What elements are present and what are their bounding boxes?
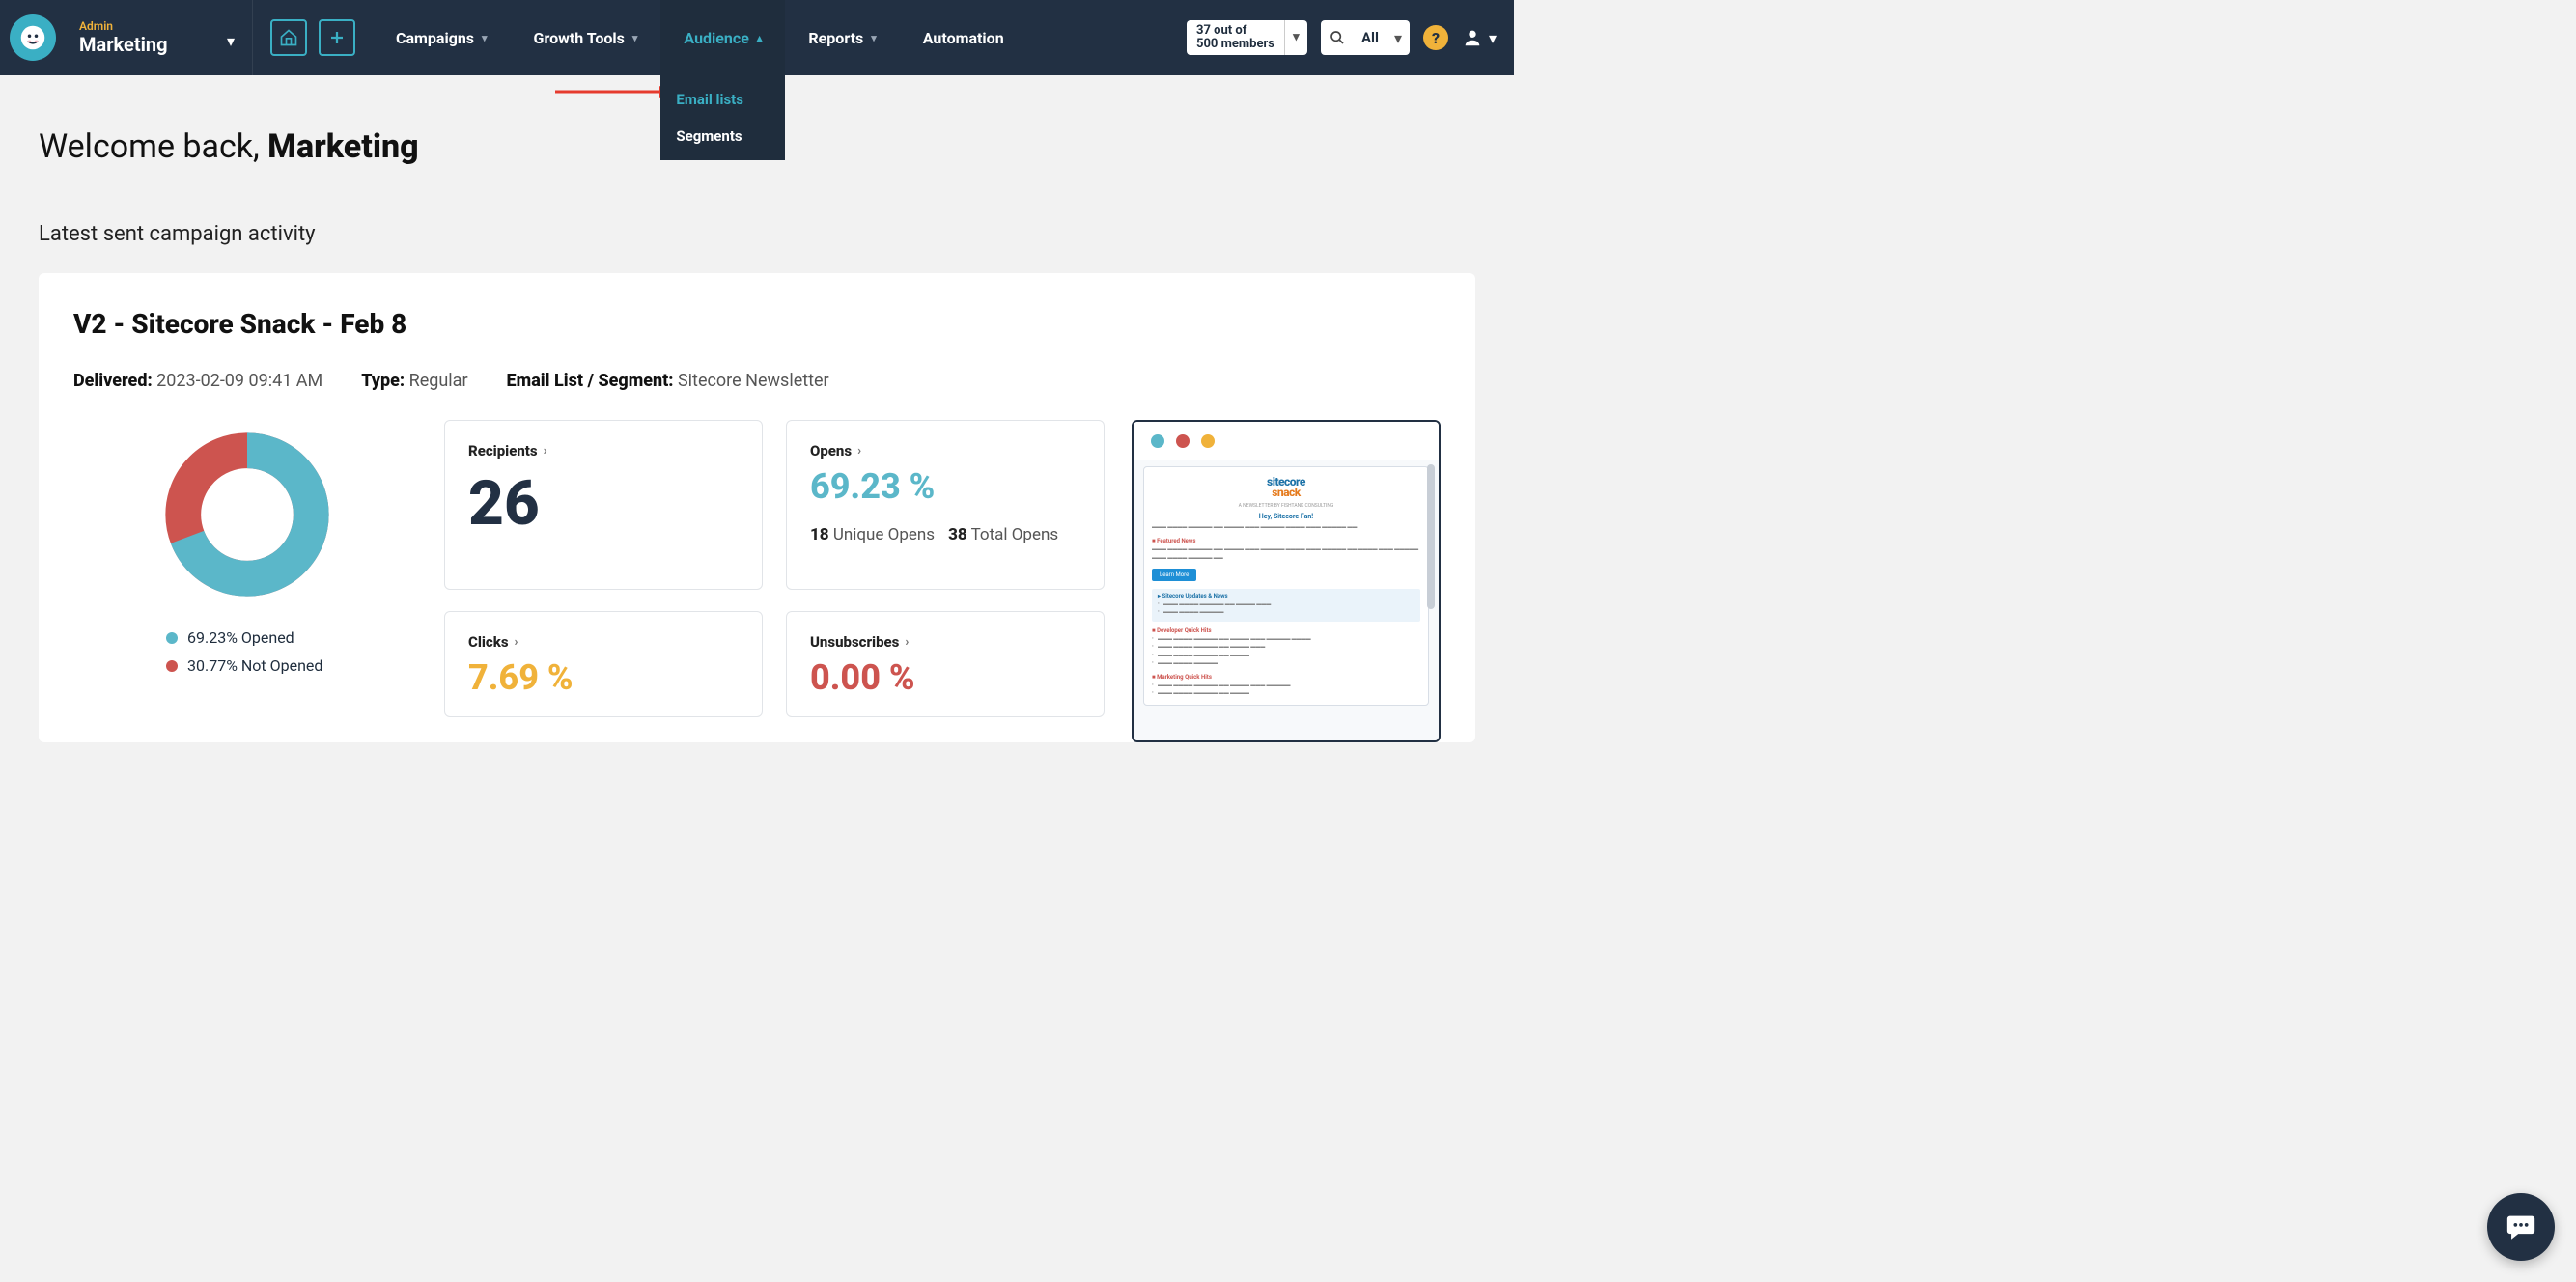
search-icon[interactable]	[1321, 30, 1354, 45]
audience-dropdown: Email lists Segments	[660, 75, 785, 160]
chat-button[interactable]	[2487, 1193, 2555, 1261]
stat-opens[interactable]: Opens 69.23 % 18 Unique Opens 38 Total O…	[786, 420, 1105, 590]
campaign-title: V2 - Sitecore Snack - Feb 8	[73, 308, 1441, 340]
nav-campaigns[interactable]: Campaigns	[373, 0, 511, 75]
chevron-up-icon	[757, 32, 763, 44]
stats-grid: 69.23% Opened 30.77% Not Opened Recipien…	[73, 420, 1441, 742]
email-preview[interactable]: sitecore snack A NEWSLETTER BY FISHTANK …	[1132, 420, 1441, 742]
preview-body: sitecore snack A NEWSLETTER BY FISHTANK …	[1134, 460, 1439, 740]
nav-audience[interactable]: Audience Email lists Segments	[660, 0, 785, 75]
stat-label: Recipients	[468, 442, 538, 460]
member-count[interactable]: 37 out of 500 members	[1187, 20, 1307, 55]
user-icon	[1462, 27, 1483, 48]
member-line1: 37 out of	[1196, 24, 1274, 38]
meta-delivered: Delivered: 2023-02-09 09:41 AM	[73, 371, 322, 391]
top-bar: Admin Marketing Campaigns Growth Tools A…	[0, 0, 1514, 75]
chevron-down-icon	[632, 32, 638, 44]
stat-label: Opens	[810, 442, 852, 460]
window-dot-icon	[1201, 434, 1215, 448]
latest-activity-label: Latest sent campaign activity	[39, 222, 1475, 246]
right-controls: 37 out of 500 members All ?	[1187, 20, 1514, 55]
chevron-right-icon	[515, 635, 518, 650]
window-dot-icon	[1151, 434, 1164, 448]
member-count-text: 37 out of 500 members	[1187, 24, 1284, 52]
preview-scrollbar[interactable]	[1427, 464, 1435, 609]
donut-chart	[158, 426, 336, 603]
email-mock: sitecore snack A NEWSLETTER BY FISHTANK …	[1143, 466, 1429, 706]
account-role: Admin	[79, 19, 231, 33]
stat-value: 26	[468, 473, 739, 535]
main-nav: Campaigns Growth Tools Audience Email li…	[373, 0, 1027, 75]
stat-clicks[interactable]: Clicks 7.69 %	[444, 611, 763, 717]
welcome-name: Marketing	[267, 127, 418, 166]
stat-value: 7.69 %	[468, 660, 739, 695]
campaign-meta: Delivered: 2023-02-09 09:41 AM Type: Reg…	[73, 371, 1441, 391]
chevron-right-icon	[905, 635, 909, 650]
stats-col-a: Recipients 26 Clicks 7.69 %	[444, 420, 763, 717]
meta-list: Email List / Segment: Sitecore Newslette…	[507, 371, 829, 391]
open-rate-chart: 69.23% Opened 30.77% Not Opened	[73, 420, 421, 675]
search-control[interactable]: All	[1321, 20, 1410, 55]
meta-type: Type: Regular	[361, 371, 467, 391]
nav-reports[interactable]: Reports	[785, 0, 899, 75]
nav-label: Reports	[808, 29, 863, 47]
stats-col-b: Opens 69.23 % 18 Unique Opens 38 Total O…	[786, 420, 1105, 717]
legend-label: 30.77% Not Opened	[187, 656, 322, 675]
account-switcher[interactable]: Admin Marketing	[70, 0, 253, 75]
stat-recipients[interactable]: Recipients 26	[444, 420, 763, 590]
nav-label: Audience	[684, 29, 748, 47]
nav-label: Growth Tools	[534, 29, 625, 47]
stat-label: Clicks	[468, 633, 509, 651]
page-body: Welcome back, Marketing Latest sent camp…	[0, 75, 1514, 742]
chevron-down-icon	[227, 32, 235, 50]
welcome-prefix: Welcome back,	[39, 127, 267, 166]
stat-unsubscribes[interactable]: Unsubscribes 0.00 %	[786, 611, 1105, 717]
chat-icon	[2505, 1211, 2537, 1243]
chart-legend: 69.23% Opened 30.77% Not Opened	[166, 628, 322, 675]
search-scope: All	[1354, 29, 1386, 46]
preview-sub: A NEWSLETTER BY FISHTANK CONSULTING	[1152, 503, 1420, 509]
chevron-down-icon	[871, 32, 877, 44]
stat-value: 0.00 %	[810, 660, 1080, 695]
legend-not-opened: 30.77% Not Opened	[166, 656, 322, 675]
preview-chrome	[1134, 422, 1439, 460]
preview-brand2: snack	[1152, 486, 1420, 499]
window-dot-icon	[1176, 434, 1190, 448]
user-menu[interactable]	[1462, 27, 1497, 48]
swatch-icon	[166, 632, 178, 644]
account-name: Marketing	[79, 33, 231, 56]
home-button[interactable]	[270, 19, 307, 56]
chevron-right-icon	[544, 444, 547, 459]
member-line2: 500 members	[1196, 38, 1274, 51]
dropdown-segments[interactable]: Segments	[660, 118, 785, 154]
nav-automation[interactable]: Automation	[900, 0, 1027, 75]
help-button[interactable]: ?	[1423, 25, 1448, 50]
brand-logo[interactable]	[0, 14, 70, 61]
legend-opened: 69.23% Opened	[166, 628, 322, 647]
swatch-icon	[166, 660, 178, 672]
legend-label: 69.23% Opened	[187, 628, 294, 647]
chevron-down-icon	[482, 32, 488, 44]
dropdown-email-lists[interactable]: Email lists	[660, 81, 785, 118]
nav-label: Campaigns	[396, 29, 474, 47]
stat-subline: 18 Unique Opens 38 Total Opens	[810, 525, 1080, 544]
campaign-card: V2 - Sitecore Snack - Feb 8 Delivered: 2…	[39, 273, 1475, 742]
chevron-down-icon[interactable]	[1284, 20, 1307, 55]
create-button[interactable]	[319, 19, 355, 56]
nav-label: Automation	[923, 29, 1004, 47]
chevron-right-icon	[857, 444, 861, 459]
preview-hey: Hey, Sitecore Fan!	[1152, 513, 1420, 520]
stat-value: 69.23 %	[810, 469, 1080, 504]
logo-icon	[10, 14, 56, 61]
chevron-down-icon	[1489, 29, 1497, 47]
stat-label: Unsubscribes	[810, 633, 899, 651]
nav-growth-tools[interactable]: Growth Tools	[511, 0, 661, 75]
nav-quick-icons	[253, 19, 373, 56]
chevron-down-icon[interactable]	[1386, 29, 1410, 47]
